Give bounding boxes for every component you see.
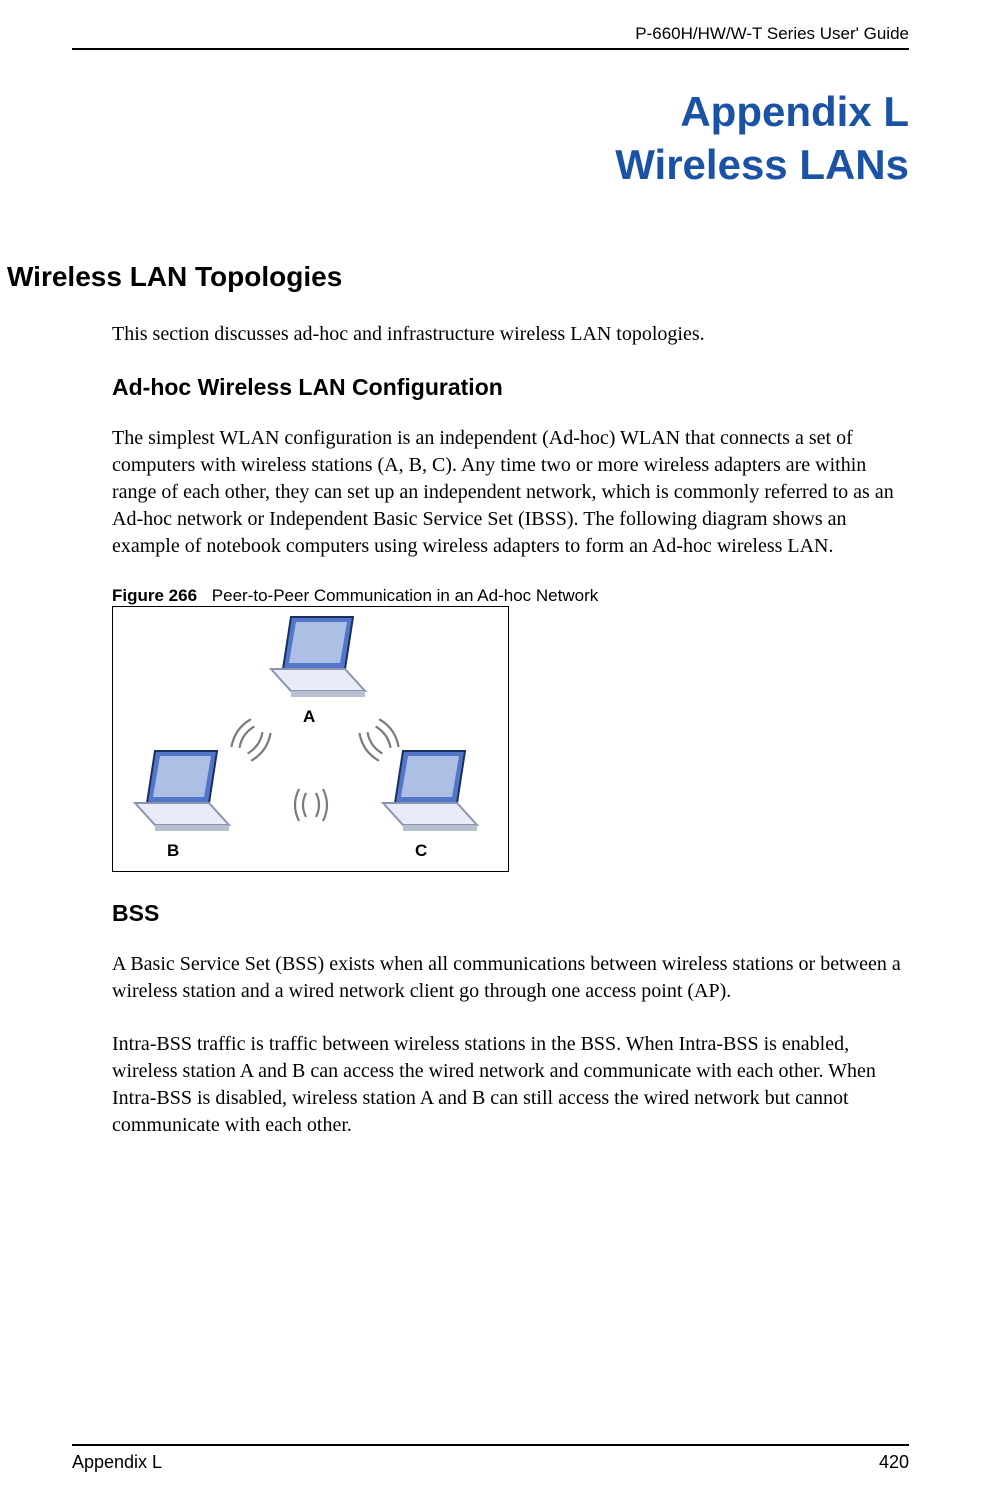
bss-paragraph-2: Intra-BSS traffic is traffic between wir… xyxy=(112,1031,909,1139)
figure-diagram: A B C xyxy=(112,606,509,872)
figure-caption-text: Peer-to-Peer Communication in an Ad-hoc … xyxy=(212,586,598,605)
figure-caption: Figure 266 Peer-to-Peer Communication in… xyxy=(112,586,909,606)
header-rule xyxy=(72,48,909,50)
footer-page-number: 420 xyxy=(879,1452,909,1473)
footer-rule xyxy=(72,1444,909,1446)
bss-paragraph-1: A Basic Service Set (BSS) exists when al… xyxy=(112,951,909,1005)
footer: Appendix L 420 xyxy=(72,1444,909,1473)
laptop-b-label: B xyxy=(167,841,179,861)
section-heading: Wireless LAN Topologies xyxy=(7,261,909,293)
laptop-b-icon: B xyxy=(125,747,235,844)
page: P-660H/HW/W-T Series User' Guide Appendi… xyxy=(0,0,981,1503)
footer-left: Appendix L xyxy=(72,1452,162,1473)
laptop-a-icon: A xyxy=(261,613,371,710)
wave-bc-icon xyxy=(281,785,341,830)
laptop-a-label: A xyxy=(303,707,315,727)
adhoc-heading: Ad-hoc Wireless LAN Configuration xyxy=(112,374,909,401)
laptop-c-label: C xyxy=(415,841,427,861)
header-area: P-660H/HW/W-T Series User' Guide xyxy=(72,20,909,50)
wave-ab-icon xyxy=(221,715,281,770)
appendix-title-line1: Appendix L xyxy=(680,88,909,135)
intro-paragraph: This section discusses ad-hoc and infras… xyxy=(112,321,909,348)
adhoc-body: The simplest WLAN configuration is an in… xyxy=(112,425,909,560)
figure-label: Figure 266 xyxy=(112,586,197,605)
appendix-title-line2: Wireless LANs xyxy=(615,141,909,188)
guide-title: P-660H/HW/W-T Series User' Guide xyxy=(72,24,909,48)
wave-ac-icon xyxy=(349,715,409,770)
appendix-title: Appendix L Wireless LANs xyxy=(72,86,909,191)
bss-heading: BSS xyxy=(112,900,909,927)
